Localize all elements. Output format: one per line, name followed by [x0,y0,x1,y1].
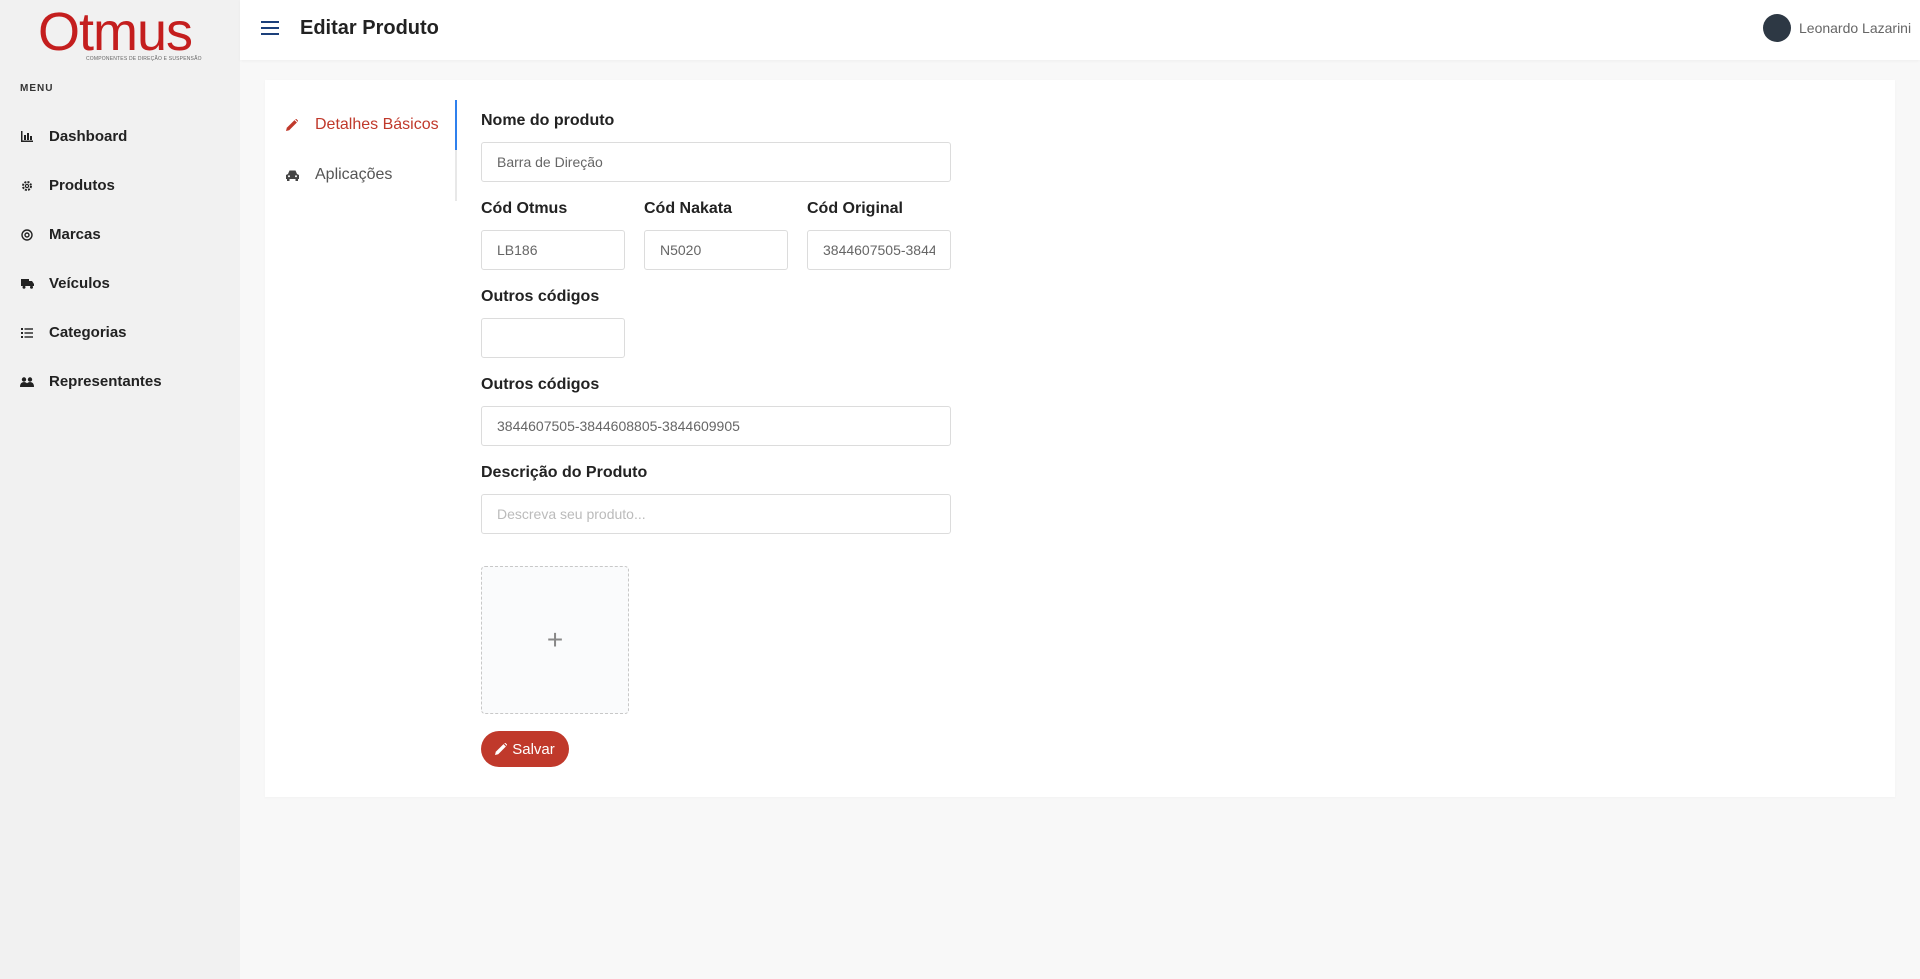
tab-label: Detalhes Básicos [315,116,439,133]
sidebar-item-representantes[interactable]: Representantes [0,357,240,406]
descricao-input[interactable] [481,494,951,534]
save-button-label: Salvar [512,740,555,758]
top-header: Editar Produto Leonardo Lazarini [240,0,1920,60]
sidebar-item-label: Produtos [49,177,115,194]
label-cod-original: Cód Original [807,200,903,217]
product-tabs: Detalhes Básicos Aplicações [285,100,457,201]
cod-original-input[interactable] [807,230,951,270]
sidebar-item-label: Representantes [49,373,162,390]
sidebar-item-produtos[interactable]: Produtos [0,161,240,210]
sidebar-item-label: Veículos [49,275,110,292]
sidebar-item-marcas[interactable]: Marcas [0,210,240,259]
truck-icon [20,277,34,291]
gear-icon [20,179,34,193]
sidebar-item-categorias[interactable]: Categorias [0,308,240,357]
sidebar-item-label: Marcas [49,226,101,243]
tab-detalhes-basicos[interactable]: Detalhes Básicos [285,100,457,150]
sidebar-item-veiculos[interactable]: Veículos [0,259,240,308]
avatar [1763,14,1791,42]
sidebar-nav: Dashboard Produtos Marcas Veículos Categ… [0,112,240,406]
user-name: Leonardo Lazarini [1799,20,1912,36]
page-title: Editar Produto [300,17,439,39]
tab-label: Aplicações [315,166,393,183]
user-menu[interactable]: Leonardo Lazarini [1763,14,1920,42]
outros-codigos-input-1[interactable] [481,318,625,358]
save-button[interactable]: Salvar [481,731,569,767]
sidebar-item-label: Dashboard [49,128,128,145]
cod-nakata-input[interactable] [644,230,788,270]
edit-product-card: Detalhes Básicos Aplicações Nome do prod… [265,80,1895,797]
image-upload-dropzone[interactable]: + [481,566,629,714]
nome-produto-input[interactable] [481,142,951,182]
label-cod-otmus: Cód Otmus [481,200,568,217]
outros-codigos-input-2[interactable] [481,406,951,446]
cod-otmus-input[interactable] [481,230,625,270]
sidebar-item-dashboard[interactable]: Dashboard [0,112,240,161]
bar-chart-icon [20,130,34,144]
label-cod-nakata: Cód Nakata [644,200,733,217]
pencil-icon [495,743,508,755]
pencil-icon [285,118,299,132]
label-outros-codigos-1: Outros códigos [481,288,600,305]
tab-aplicacoes[interactable]: Aplicações [285,150,455,200]
logo[interactable]: Otmus COMPONENTES DE DIREÇÃO E SUSPENSÃO [38,2,203,64]
sidebar-item-label: Categorias [49,324,127,341]
label-outros-codigos-2: Outros códigos [481,376,600,393]
logo-text: Otmus [38,2,193,62]
label-descricao: Descrição do Produto [481,464,648,481]
target-icon [20,228,34,242]
users-icon [20,375,34,389]
label-nome-produto: Nome do produto [481,112,615,129]
hamburger-menu-icon[interactable] [261,21,279,37]
menu-title: MENU [20,83,54,94]
plus-icon: + [546,624,564,655]
sidebar: Otmus COMPONENTES DE DIREÇÃO E SUSPENSÃO… [0,0,240,979]
list-icon [20,326,34,340]
car-icon [285,168,299,182]
logo-tagline: COMPONENTES DE DIREÇÃO E SUSPENSÃO [86,56,202,62]
